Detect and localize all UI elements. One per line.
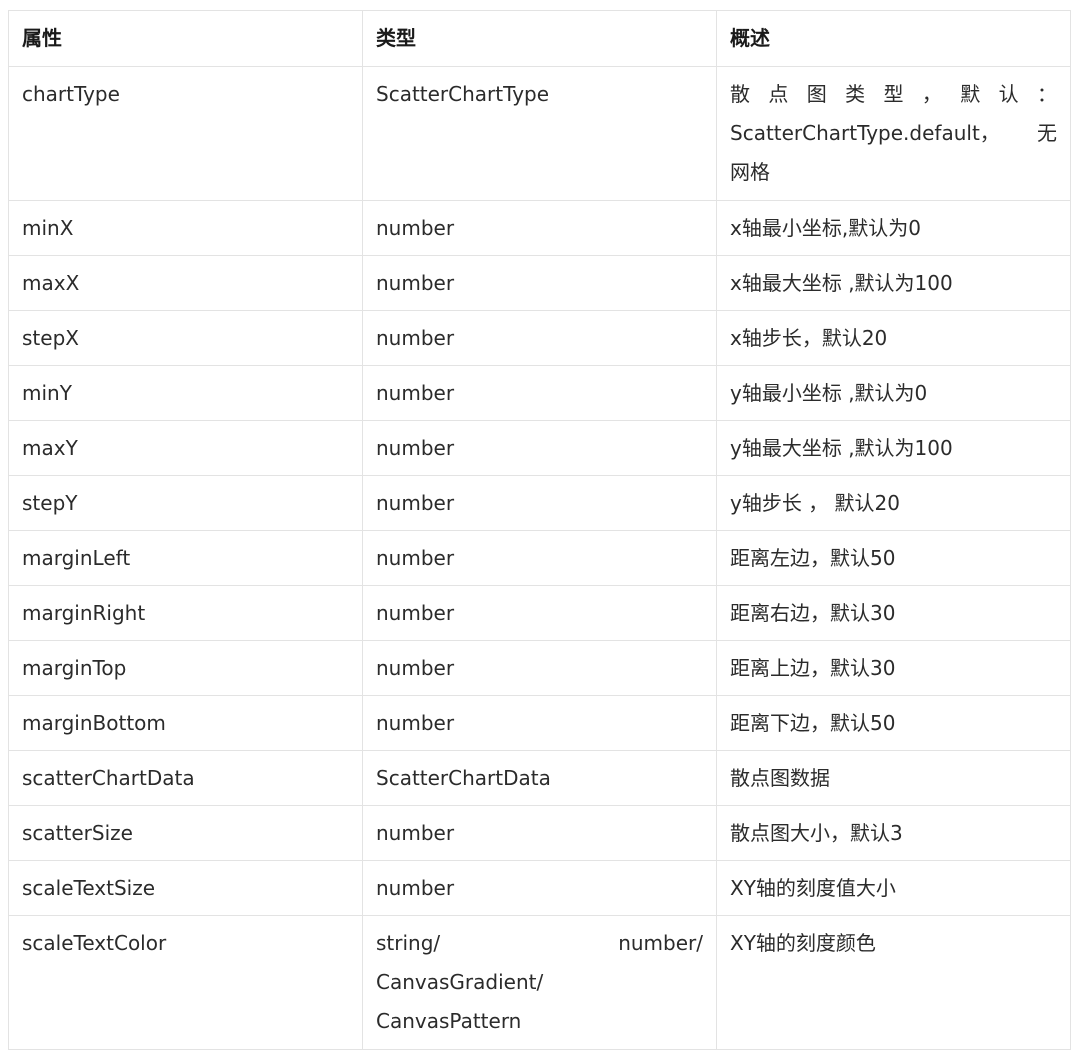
- cell-property: marginLeft: [8, 530, 363, 586]
- cell-description: 距离左边，默认50: [716, 530, 1071, 586]
- cell-type: ScatterChartType: [362, 66, 717, 201]
- header-type: 类型: [362, 10, 717, 67]
- cell-description: x轴最小坐标,默认为0: [716, 200, 1071, 256]
- cell-property: marginTop: [8, 640, 363, 696]
- table-row: chartType ScatterChartType 散 点 图 类 型 ， 默…: [8, 66, 1071, 201]
- cell-type: number: [362, 585, 717, 641]
- cell-description: 散 点 图 类 型 ， 默 认 ： ScatterChartType.defau…: [716, 66, 1071, 201]
- cell-property: chartType: [8, 66, 363, 201]
- table-row: maxY number y轴最大坐标 ,默认为100: [8, 420, 1071, 476]
- table-row: stepY number y轴步长 ， 默认20: [8, 475, 1071, 531]
- cell-type: number: [362, 805, 717, 861]
- table-row: marginLeft number 距离左边，默认50: [8, 530, 1071, 586]
- cell-property: minY: [8, 365, 363, 421]
- type-line: string/ number/: [376, 931, 703, 955]
- cell-property: scatterSize: [8, 805, 363, 861]
- cell-type: number: [362, 695, 717, 751]
- cell-description: 距离上边，默认30: [716, 640, 1071, 696]
- cell-description: x轴最大坐标 ,默认为100: [716, 255, 1071, 311]
- cell-description: y轴最小坐标 ,默认为0: [716, 365, 1071, 421]
- cell-type: number: [362, 530, 717, 586]
- description-line: 网格: [730, 160, 770, 184]
- table-row: marginTop number 距离上边，默认30: [8, 640, 1071, 696]
- description-line: 散 点 图 类 型 ， 默 认 ：: [730, 82, 1057, 106]
- table-row: scatterSize number 散点图大小，默认3: [8, 805, 1071, 861]
- header-property: 属性: [8, 10, 363, 67]
- description-line: ScatterChartType.default， 无: [730, 121, 1057, 145]
- cell-type: number: [362, 365, 717, 421]
- cell-description: 散点图大小，默认3: [716, 805, 1071, 861]
- table-row: stepX number x轴步长，默认20: [8, 310, 1071, 366]
- type-line: CanvasGradient/: [376, 970, 544, 994]
- cell-type: number: [362, 200, 717, 256]
- cell-type: number: [362, 310, 717, 366]
- table-row: scaleTextColor string/ number/ CanvasGra…: [8, 915, 1071, 1050]
- cell-type: number: [362, 475, 717, 531]
- cell-property: maxX: [8, 255, 363, 311]
- table-row: scaleTextSize number XY轴的刻度值大小: [8, 860, 1071, 916]
- cell-property: stepY: [8, 475, 363, 531]
- properties-table-container: 属性 类型 概述 chartType ScatterChartType 散 点 …: [8, 10, 1071, 1050]
- table-row: scatterChartData ScatterChartData 散点图数据: [8, 750, 1071, 806]
- cell-description: 距离右边，默认30: [716, 585, 1071, 641]
- cell-description: y轴步长 ， 默认20: [716, 475, 1071, 531]
- cell-property: marginBottom: [8, 695, 363, 751]
- table-row: minY number y轴最小坐标 ,默认为0: [8, 365, 1071, 421]
- table-row: minX number x轴最小坐标,默认为0: [8, 200, 1071, 256]
- cell-property: scaleTextSize: [8, 860, 363, 916]
- cell-description: XY轴的刻度值大小: [716, 860, 1071, 916]
- type-line: CanvasPattern: [376, 1009, 522, 1033]
- cell-description: XY轴的刻度颜色: [716, 915, 1071, 1050]
- header-description: 概述: [716, 10, 1071, 67]
- cell-type: number: [362, 640, 717, 696]
- cell-type: number: [362, 420, 717, 476]
- cell-description: 距离下边，默认50: [716, 695, 1071, 751]
- cell-property: marginRight: [8, 585, 363, 641]
- cell-type: string/ number/ CanvasGradient/ CanvasPa…: [362, 915, 717, 1050]
- table-row: maxX number x轴最大坐标 ,默认为100: [8, 255, 1071, 311]
- table-row: marginRight number 距离右边，默认30: [8, 585, 1071, 641]
- table-row: marginBottom number 距离下边，默认50: [8, 695, 1071, 751]
- cell-description: 散点图数据: [716, 750, 1071, 806]
- cell-type: number: [362, 860, 717, 916]
- cell-description: y轴最大坐标 ,默认为100: [716, 420, 1071, 476]
- table-header-row: 属性 类型 概述: [8, 10, 1071, 67]
- cell-property: minX: [8, 200, 363, 256]
- cell-property: maxY: [8, 420, 363, 476]
- cell-type: ScatterChartData: [362, 750, 717, 806]
- properties-table: 属性 类型 概述 chartType ScatterChartType 散 点 …: [8, 10, 1071, 1050]
- cell-property: scaleTextColor: [8, 915, 363, 1050]
- cell-property: stepX: [8, 310, 363, 366]
- cell-type: number: [362, 255, 717, 311]
- cell-property: scatterChartData: [8, 750, 363, 806]
- cell-description: x轴步长，默认20: [716, 310, 1071, 366]
